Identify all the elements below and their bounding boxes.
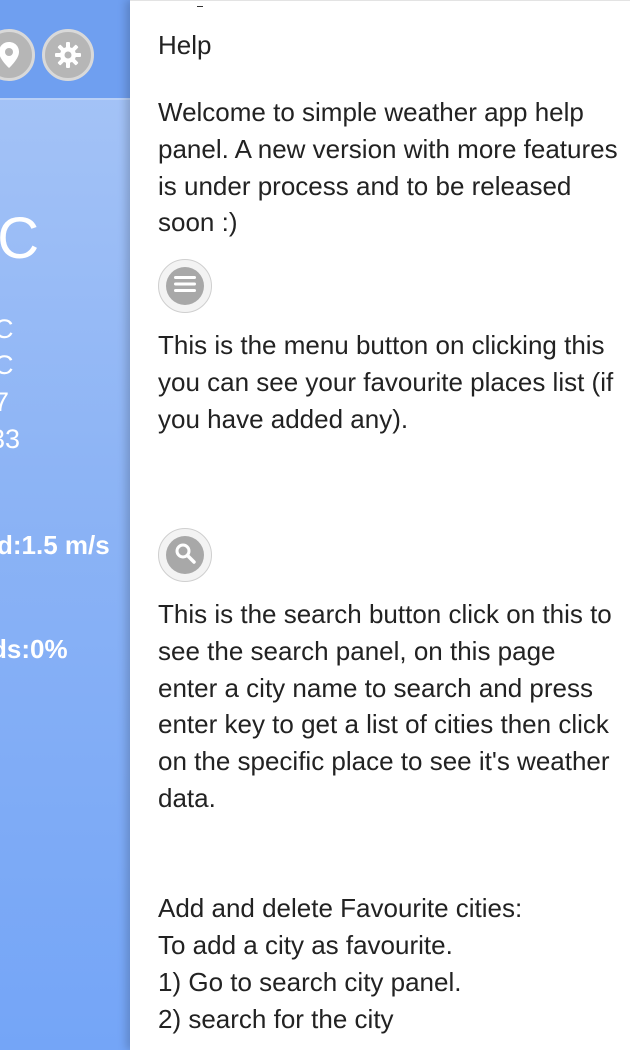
- page-title: Help: [158, 30, 212, 60]
- location-pin-icon: [0, 41, 20, 69]
- favourites-line: To add a city as favourite.: [158, 930, 453, 960]
- weather-panel: °C C C 7 33 d:1.5 m/s ds:0%: [0, 0, 130, 1050]
- help-intro-text: Welcome to simple weather app help panel…: [158, 97, 618, 238]
- favourites-step-2: 2) search for the city: [158, 1004, 394, 1034]
- search-button-illustration: [158, 528, 212, 582]
- menu-icon: [174, 275, 196, 297]
- menu-button-description: This is the menu button on clicking this…: [158, 330, 614, 434]
- favourites-step-1: 1) Go to search city panel.: [158, 967, 462, 997]
- search-button-description: This is the search button click on this …: [158, 599, 612, 813]
- location-button[interactable]: [0, 29, 35, 81]
- humidity-value: 7: [0, 387, 10, 417]
- cloudiness: ds:0%: [0, 634, 68, 664]
- help-panel: Help Welcome to simple weather app help …: [130, 0, 630, 1050]
- top-mark: [197, 6, 203, 7]
- current-temperature: °C: [0, 206, 40, 271]
- menu-button-illustration: [158, 259, 212, 313]
- min-temperature: C: [0, 350, 14, 380]
- top-divider: [130, 0, 630, 1]
- favourites-heading: Add and delete Favourite cities:: [158, 893, 523, 923]
- max-temperature: C: [0, 314, 14, 344]
- pressure-value: 33: [0, 424, 21, 454]
- gear-icon: [54, 41, 82, 69]
- search-icon: [174, 542, 196, 569]
- settings-button[interactable]: [42, 29, 94, 81]
- weather-top-bar: [0, 0, 130, 100]
- wind-speed: d:1.5 m/s: [0, 530, 110, 560]
